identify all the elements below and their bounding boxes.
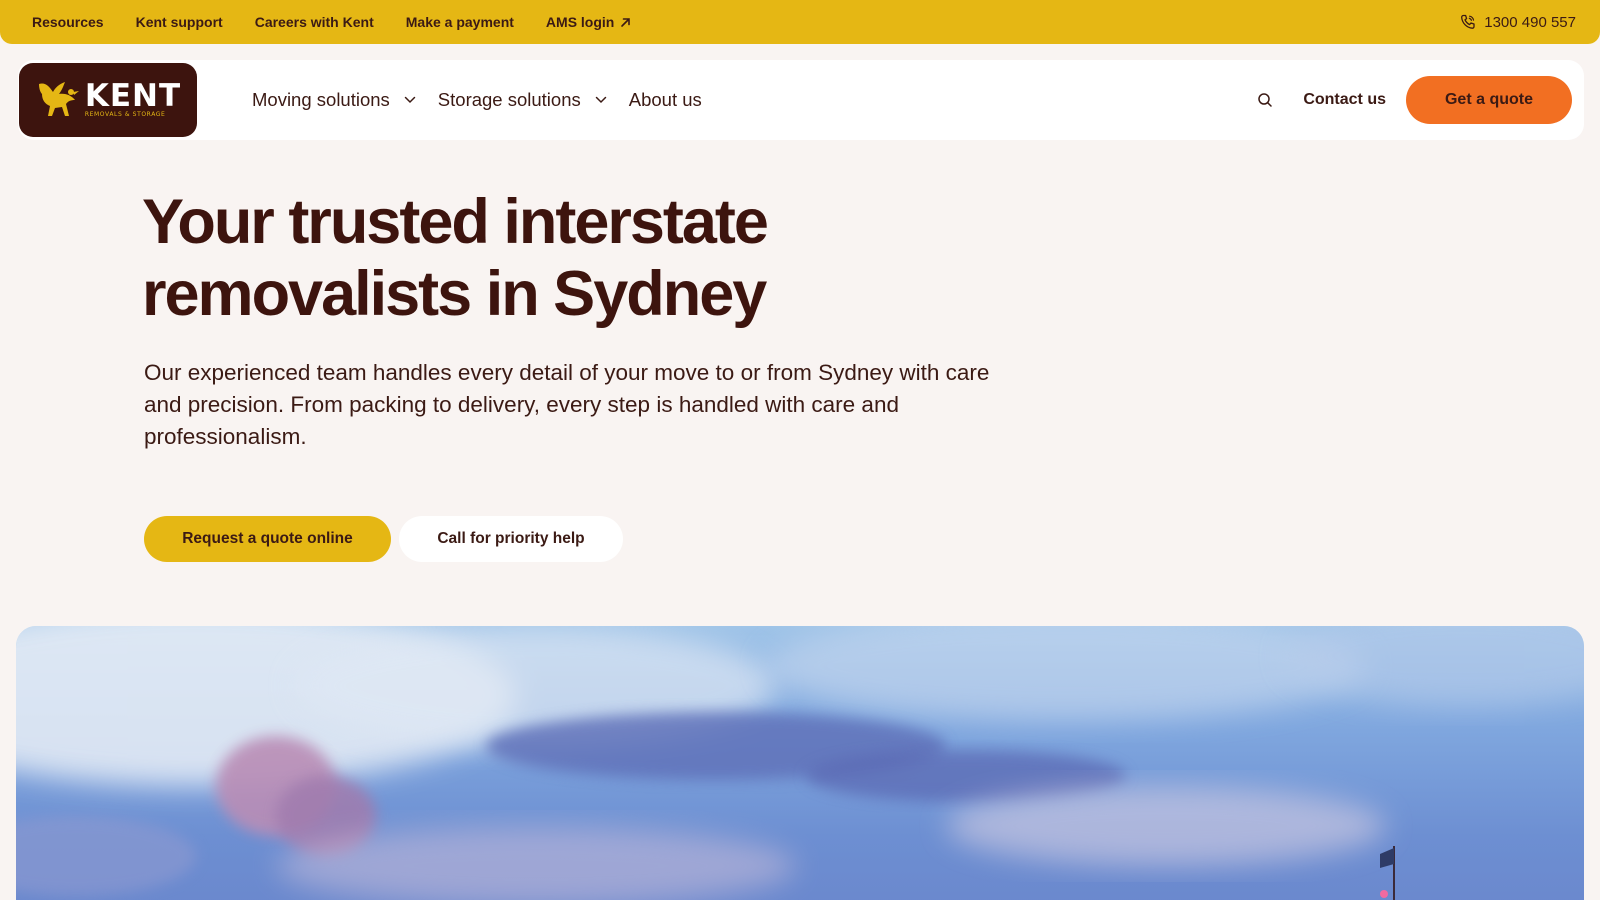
- arrow-up-right-icon: [621, 17, 631, 27]
- hero-description: Our experienced team handles every detai…: [144, 360, 990, 449]
- utility-bar: Resources Kent support Careers with Kent…: [0, 0, 1600, 44]
- careers-link[interactable]: Careers with Kent: [255, 14, 374, 30]
- get-a-quote-button[interactable]: Get a quote: [1406, 76, 1572, 124]
- sky-photo: [16, 626, 1584, 900]
- resources-link[interactable]: Resources: [32, 14, 104, 30]
- kent-support-link[interactable]: Kent support: [136, 14, 223, 30]
- nav-actions: Contact us Get a quote: [1245, 60, 1572, 140]
- search-icon: [1258, 93, 1273, 107]
- contact-us-link[interactable]: Contact us: [1303, 91, 1386, 109]
- nav-item-about-us[interactable]: About us: [629, 89, 702, 111]
- call-priority-button[interactable]: Call for priority help: [399, 516, 623, 562]
- griffin-logo-icon: [38, 82, 79, 116]
- nav-item-storage-solutions[interactable]: Storage solutions: [438, 89, 607, 111]
- phone-number: 1300 490 557: [1484, 13, 1576, 31]
- utility-links: Resources Kent support Careers with Kent…: [32, 14, 631, 30]
- search-button[interactable]: [1245, 80, 1285, 120]
- main-navbar: KENT REMOVALS & STORAGE Moving solutions…: [18, 60, 1584, 140]
- phone-icon: [1461, 14, 1475, 29]
- nav-menu: Moving solutions Storage solutions About…: [252, 60, 702, 140]
- nav-item-label: Storage solutions: [437, 89, 581, 110]
- nav-item-label: Moving solutions: [252, 89, 390, 110]
- chevron-down-icon: [404, 96, 416, 104]
- ams-login-label: AMS login: [545, 14, 615, 30]
- phone-link[interactable]: 1300 490 557: [1460, 14, 1576, 31]
- make-payment-link[interactable]: Make a payment: [406, 14, 514, 30]
- nav-item-label: About us: [628, 89, 702, 110]
- logo-wordmark: KENT REMOVALS & STORAGE: [85, 81, 181, 119]
- hero-cta-group: Request a quote online Call for priority…: [144, 516, 623, 562]
- chevron-down-icon: [595, 96, 606, 104]
- kent-logo[interactable]: KENT REMOVALS & STORAGE: [19, 63, 197, 137]
- hero-title: Your trusted interstate removalists in S…: [142, 187, 769, 329]
- hero-image: [16, 626, 1584, 900]
- nav-item-moving-solutions[interactable]: Moving solutions: [252, 89, 416, 111]
- logo-subtitle: REMOVALS & STORAGE: [84, 111, 166, 118]
- logo-word: KENT: [84, 78, 182, 114]
- request-quote-button[interactable]: Request a quote online: [144, 516, 391, 562]
- ams-login-link[interactable]: AMS login: [546, 14, 631, 30]
